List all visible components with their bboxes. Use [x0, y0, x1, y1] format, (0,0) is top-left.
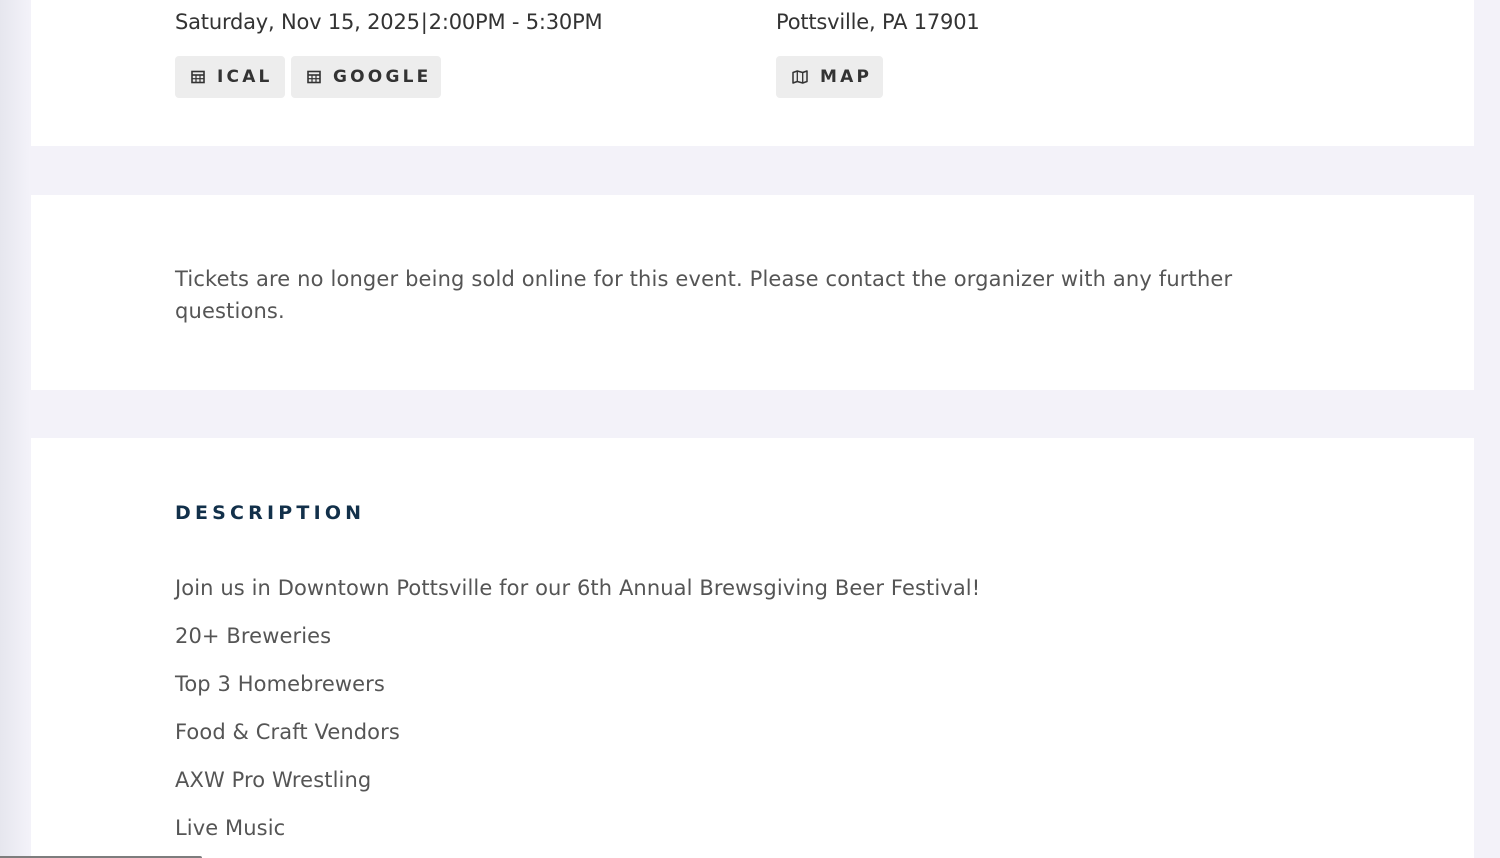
description-list: Join us in Downtown Pottsville for our 6… [175, 564, 980, 852]
tickets-unavailable-message: Tickets are no longer being sold online … [175, 267, 1233, 323]
event-datetime-card: Saturday, Nov 15, 2025|2:00PM - 5:30PM P… [31, 0, 1474, 146]
page-edge-shadow [0, 0, 30, 858]
description-heading: DESCRIPTION [175, 502, 366, 524]
map-icon [792, 70, 808, 84]
description-item: AXW Pro Wrestling [175, 768, 372, 792]
description-item: Food & Craft Vendors [175, 720, 400, 744]
add-to-google-calendar-button[interactable]: GOOGLE [291, 56, 441, 98]
event-location: Pottsville, PA 17901 [776, 10, 980, 34]
add-to-ical-button[interactable]: ICAL [175, 56, 285, 98]
event-time: 2:00PM - 5:30PM [428, 10, 603, 34]
google-label: GOOGLE [333, 67, 432, 87]
time-separator: | [420, 10, 428, 34]
tickets-card: Tickets are no longer being sold online … [31, 195, 1474, 390]
description-card: DESCRIPTION Join us in Downtown Pottsvil… [31, 438, 1474, 858]
description-item: Top 3 Homebrewers [175, 672, 385, 696]
description-item: Live Music [175, 816, 286, 840]
ical-label: ICAL [217, 67, 273, 87]
view-map-button[interactable]: MAP [776, 56, 883, 98]
event-date-time: Saturday, Nov 15, 2025|2:00PM - 5:30PM [175, 10, 603, 34]
description-intro: Join us in Downtown Pottsville for our 6… [175, 576, 981, 600]
calendar-icon [307, 70, 321, 84]
map-label: MAP [820, 67, 873, 87]
calendar-icon [191, 70, 205, 84]
description-item: 20+ Breweries [175, 624, 332, 648]
event-date: Saturday, Nov 15, 2025 [175, 10, 420, 34]
